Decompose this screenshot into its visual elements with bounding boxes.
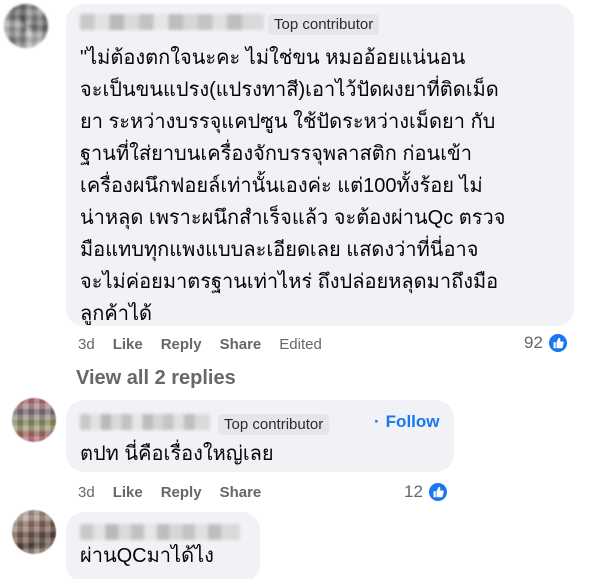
comment-timestamp[interactable]: 3d [78, 484, 95, 502]
edited-label: Edited [279, 336, 322, 353]
reaction-count-value: 12 [404, 482, 423, 501]
commenter-name-blurred[interactable] [80, 14, 264, 30]
top-contributor-badge: Top contributor [218, 414, 330, 435]
comment-text: ตปท นี่คือเรื่องใหญ่เลย [80, 443, 274, 465]
avatar-pixelation [12, 510, 56, 554]
like-thumb-glyph [553, 337, 564, 349]
reply-button[interactable]: Reply [161, 484, 202, 502]
avatar[interactable] [12, 398, 56, 442]
comment-thread: Top contributor "ไม่ต้องตกใจนะคะ ไม่ใช่ข… [0, 0, 600, 579]
like-button[interactable]: Like [113, 336, 143, 354]
like-thumb-glyph [433, 486, 444, 498]
follow-button[interactable]: · Follow [374, 412, 440, 432]
like-thumb-icon [546, 332, 569, 354]
commenter-name-blurred[interactable] [80, 524, 240, 540]
share-button[interactable]: Share [220, 484, 262, 502]
follow-label: Follow [385, 412, 440, 431]
reaction-count[interactable]: 92 [524, 332, 569, 354]
comment-text: "ไม่ต้องตกใจนะคะ ไม่ใช่ขน หมออ้อยแน่นอน … [80, 47, 506, 325]
separator-dot: · [374, 412, 380, 431]
reaction-count-value: 92 [524, 333, 543, 352]
comment-actions: 3d Like Reply Share [78, 484, 261, 502]
share-button[interactable]: Share [220, 336, 262, 354]
avatar-pixelation [4, 4, 48, 48]
comment-text: ผ่านQCมาได้ไง [80, 545, 214, 567]
comment-timestamp[interactable]: 3d [78, 336, 95, 354]
avatar[interactable] [4, 4, 48, 48]
commenter-name-blurred[interactable] [80, 414, 210, 430]
reaction-count[interactable]: 12 [404, 481, 449, 503]
reply-button[interactable]: Reply [161, 336, 202, 354]
like-button[interactable]: Like [113, 484, 143, 502]
avatar[interactable] [12, 510, 56, 554]
avatar-pixelation [12, 398, 56, 442]
comment-actions: 3d Like Reply Share Edited [78, 336, 322, 354]
top-contributor-badge: Top contributor [268, 14, 380, 35]
view-all-replies-link[interactable]: View all 2 replies [76, 366, 236, 390]
like-thumb-icon [426, 481, 449, 503]
